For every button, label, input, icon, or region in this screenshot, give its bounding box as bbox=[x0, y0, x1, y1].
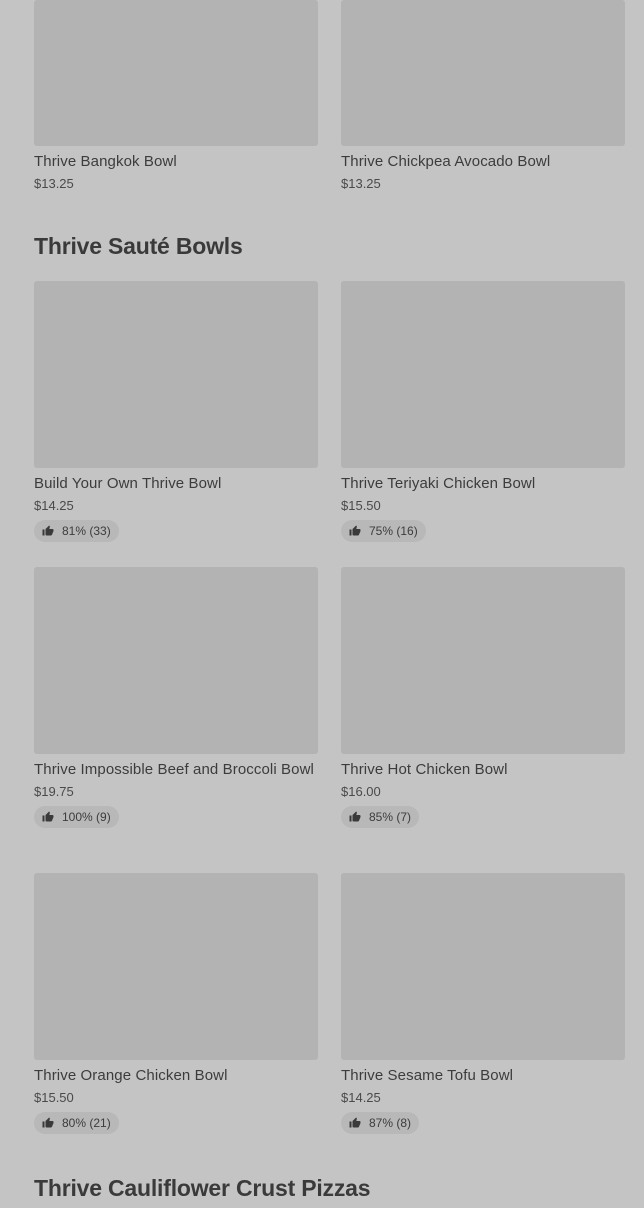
menu-item-image bbox=[34, 281, 318, 468]
rating-badge: 75% (16) bbox=[341, 520, 426, 542]
thumbs-up-icon bbox=[349, 1117, 361, 1128]
menu-item-price: $13.25 bbox=[341, 176, 381, 191]
thumbs-up-icon bbox=[349, 811, 361, 822]
menu-item-name: Thrive Impossible Beef and Broccoli Bowl bbox=[34, 761, 314, 778]
menu-item-price: $14.25 bbox=[34, 498, 74, 513]
menu-item-card[interactable]: Thrive Orange Chicken Bowl $15.50 80% (2… bbox=[34, 873, 318, 1134]
menu-item-name: Thrive Teriyaki Chicken Bowl bbox=[341, 475, 536, 492]
rating-text: 87% (8) bbox=[369, 1116, 412, 1130]
menu-item-price: $15.50 bbox=[341, 498, 381, 513]
menu-item-price: $19.75 bbox=[34, 784, 74, 799]
rating-badge: 80% (21) bbox=[34, 1112, 119, 1134]
menu-item-card[interactable]: Thrive Teriyaki Chicken Bowl $15.50 75% … bbox=[341, 281, 625, 542]
thumbs-up-icon bbox=[42, 1117, 54, 1128]
section-title: Thrive Cauliflower Crust Pizzas bbox=[34, 1175, 371, 1201]
rating-text: 80% (21) bbox=[62, 1116, 111, 1130]
rating-badge: 81% (33) bbox=[34, 520, 119, 542]
rating-text: 100% (9) bbox=[62, 810, 111, 824]
menu-item-image bbox=[34, 0, 318, 146]
menu-page: Thrive Bangkok Bowl $13.25 Thrive Chickp… bbox=[0, 0, 644, 1208]
section-title: Thrive Sauté Bowls bbox=[34, 233, 243, 259]
menu-item-name: Thrive Bangkok Bowl bbox=[34, 153, 177, 170]
menu-item-image bbox=[34, 567, 318, 754]
menu-item-image bbox=[341, 873, 625, 1060]
rating-badge: 100% (9) bbox=[34, 806, 119, 828]
menu-item-card[interactable]: Thrive Impossible Beef and Broccoli Bowl… bbox=[34, 567, 318, 828]
menu-item-image bbox=[341, 281, 625, 468]
rating-text: 81% (33) bbox=[62, 524, 111, 538]
menu-item-name: Thrive Hot Chicken Bowl bbox=[341, 761, 508, 778]
menu-item-card[interactable]: Build Your Own Thrive Bowl $14.25 81% (3… bbox=[34, 281, 318, 542]
menu-item-price: $13.25 bbox=[34, 176, 74, 191]
rating-text: 85% (7) bbox=[369, 810, 412, 824]
rating-text: 75% (16) bbox=[369, 524, 418, 538]
menu-item-card[interactable]: Thrive Hot Chicken Bowl $16.00 85% (7) bbox=[341, 567, 625, 828]
menu-item-image bbox=[34, 873, 318, 1060]
menu-item-image bbox=[341, 567, 625, 754]
rating-badge: 85% (7) bbox=[341, 806, 420, 828]
rating-badge: 87% (8) bbox=[341, 1112, 420, 1134]
menu-item-card[interactable]: Thrive Chickpea Avocado Bowl $13.25 bbox=[341, 0, 625, 192]
menu-item-name: Build Your Own Thrive Bowl bbox=[34, 475, 222, 492]
menu-item-card[interactable]: Thrive Bangkok Bowl $13.25 bbox=[34, 0, 318, 192]
menu-item-card[interactable]: Thrive Sesame Tofu Bowl $14.25 87% (8) bbox=[341, 873, 625, 1134]
menu-item-name: Thrive Orange Chicken Bowl bbox=[34, 1067, 228, 1084]
menu-item-price: $14.25 bbox=[341, 1090, 381, 1105]
menu-item-image bbox=[341, 0, 625, 146]
thumbs-up-icon bbox=[42, 525, 54, 536]
thumbs-up-icon bbox=[42, 811, 54, 822]
menu-item-price: $16.00 bbox=[341, 784, 381, 799]
menu-item-name: Thrive Sesame Tofu Bowl bbox=[341, 1067, 514, 1084]
menu-item-name: Thrive Chickpea Avocado Bowl bbox=[341, 153, 551, 170]
thumbs-up-icon bbox=[349, 525, 361, 536]
menu-item-price: $15.50 bbox=[34, 1090, 74, 1105]
